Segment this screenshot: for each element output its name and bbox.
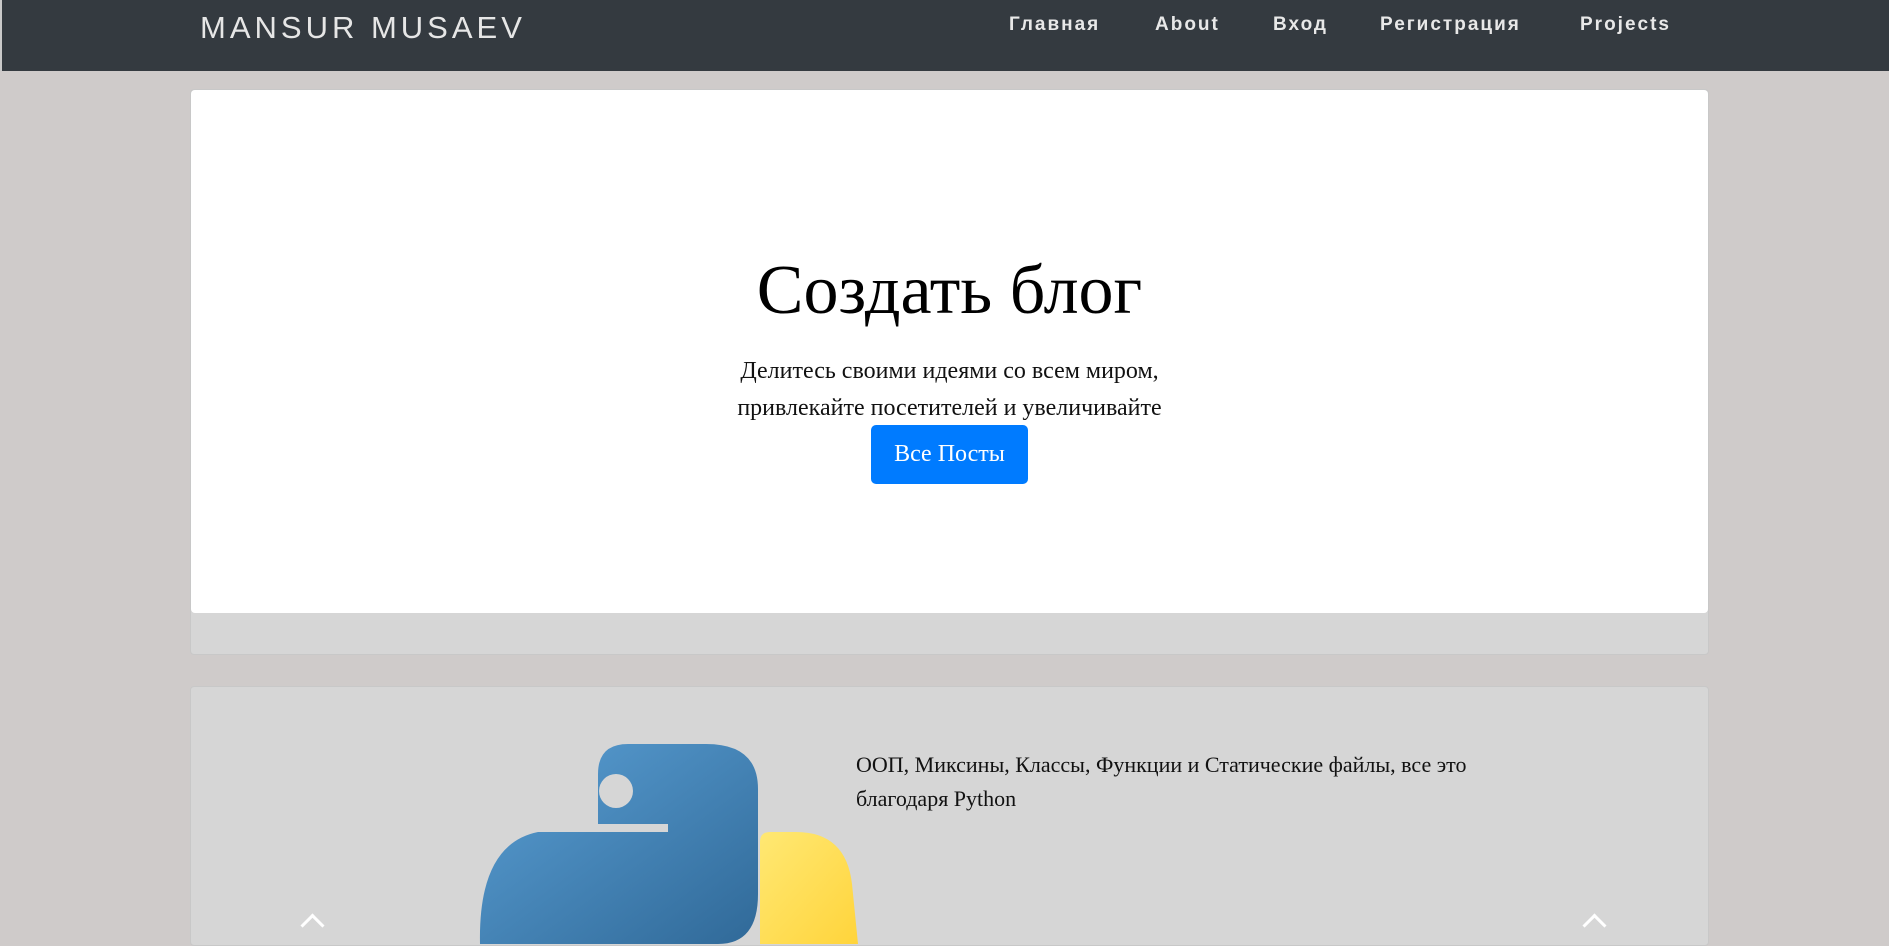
nav-menu: Главная About Вход Регистрация Projects [2, 0, 1889, 50]
nav-link-home[interactable]: Главная [1009, 14, 1100, 36]
feature-description: ООП, Миксины, Классы, Функции и Статичес… [856, 752, 1467, 811]
nav-link-register[interactable]: Регистрация [1380, 14, 1521, 36]
feature-card [190, 686, 1709, 946]
nav-link-login[interactable]: Вход [1273, 14, 1328, 36]
hero-jumbotron: Создать блог Делитесь своими идеями со в… [191, 90, 1708, 613]
top-navbar: MANSUR MUSAEV Главная About Вход Регистр… [0, 0, 1889, 71]
hero-title: Создать блог [756, 252, 1143, 329]
all-posts-button[interactable]: Все Посты [871, 425, 1028, 484]
nav-link-about[interactable]: About [1155, 14, 1220, 36]
python-logo-icon [479, 744, 858, 944]
nav-link-projects[interactable]: Projects [1580, 14, 1671, 36]
